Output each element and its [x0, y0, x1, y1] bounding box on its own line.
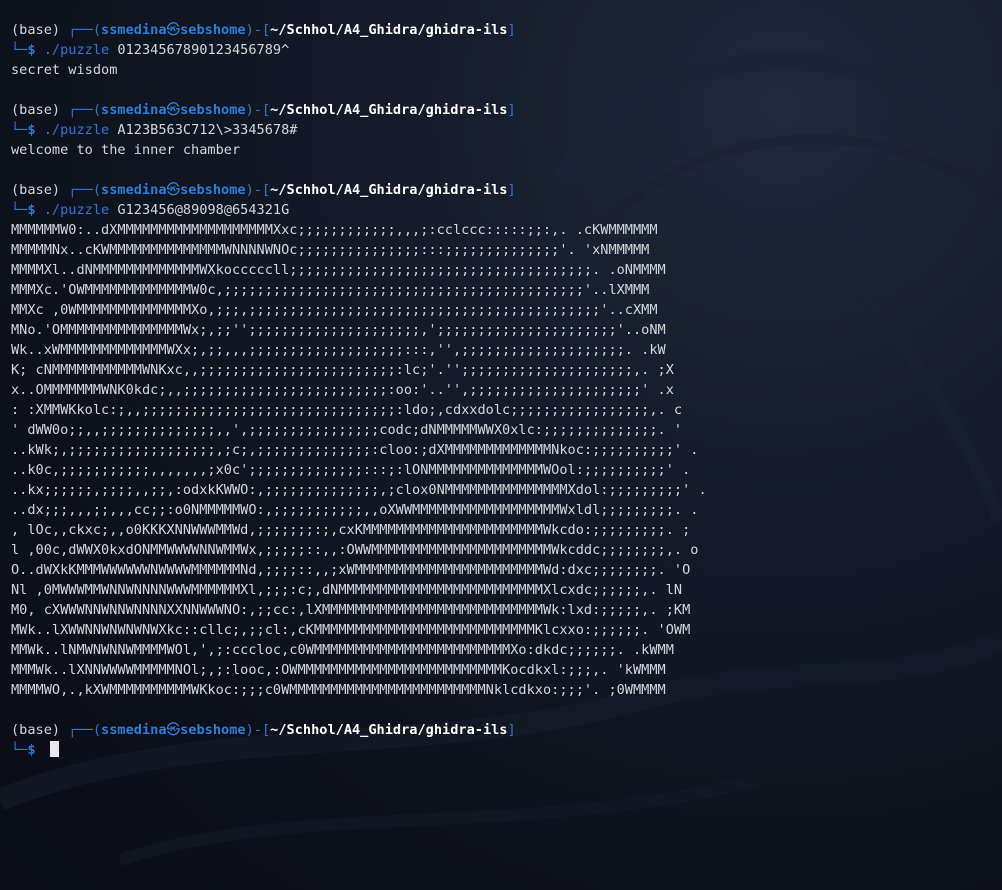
- prompt-host: sebshome: [180, 722, 246, 738]
- command-argument: A123B563C712\>3345678#: [117, 122, 298, 138]
- command-name: ./puzzle: [43, 202, 110, 218]
- at-symbol-icon: ㉿: [166, 722, 181, 738]
- ascii-art-line: MWk..lXWWNNWNWNWNWXkc::cllc;,;;cl:,cKMMM…: [11, 622, 691, 638]
- prompt-user: ssmedina: [101, 22, 167, 38]
- ascii-art-line: ..kWk;,;;;;;;;;;;;;;;;;;;,;c;,;;;;;;;;;;…: [11, 442, 699, 458]
- ascii-art-line: Wk..xWMMMMMMMMMMMMMWXx;,;;,,,;;;;;;;;;;;…: [11, 342, 666, 358]
- prompt-separator: )-[: [245, 722, 271, 738]
- ascii-art-line: , lOc,,ckxc;,,o0KKKXNNWWWMMWd,;;;;;;;:;,…: [11, 522, 691, 538]
- command-name: ./puzzle: [43, 122, 110, 138]
- command-line: └─$ ./puzzle 01234567890123456789^: [11, 40, 1002, 60]
- prompt-header: (base) ┌──(ssmedina㉿sebshome)-[~/Schhol/…: [11, 20, 1002, 40]
- prompt-header: (base) ┌──(ssmedina㉿sebshome)-[~/Schhol/…: [11, 720, 1002, 740]
- ascii-art-line: MMXc ,0WMMMMMMMMMMMMMMXo,;;;,;;;;;;;;;;;…: [11, 302, 658, 318]
- command-argument: 01234567890123456789^: [117, 42, 290, 58]
- prompt-corner-bottom: └─: [11, 42, 28, 58]
- prompt-close: ]: [507, 102, 516, 118]
- prompt-user: ssmedina: [101, 722, 167, 738]
- ascii-art-line: K; cNMMMMMMMMMMMWNKxc,,;;;;;;;;;;;;;;;;;…: [11, 362, 674, 378]
- prompt-close: ]: [507, 182, 516, 198]
- ascii-art-line: MMMMWO,.,kXWMMMMMMMMMMWKkoc:;;;c0WMMMMMM…: [11, 682, 666, 698]
- prompt-header: (base) ┌──(ssmedina㉿sebshome)-[~/Schhol/…: [11, 180, 1002, 200]
- prompt-user: ssmedina: [101, 182, 167, 198]
- prompt-separator: )-[: [245, 102, 271, 118]
- prompt-separator: )-[: [245, 182, 271, 198]
- at-symbol-icon: ㉿: [166, 102, 181, 118]
- prompt-host: sebshome: [180, 102, 246, 118]
- prompt-host: sebshome: [180, 182, 246, 198]
- command-argument: G123456@89098@654321G: [117, 202, 290, 218]
- command-line: └─$ ./puzzle A123B563C712\>3345678#: [11, 120, 1002, 140]
- conda-env: (base): [11, 182, 61, 198]
- at-symbol-icon: ㉿: [166, 182, 181, 198]
- dollar-sign: $: [27, 42, 36, 58]
- prompt-close: ]: [507, 22, 516, 38]
- ascii-art-line: MMMWk..lXNNWWWWMMMMMNOl;,;:looc,:OWMMMMM…: [11, 662, 666, 678]
- ascii-art-line: MMMMMNx..cKWMMMMMMMMMMMMMMWNNNNWNOc;;;;;…: [11, 242, 650, 258]
- prompt-path: ~/Schhol/A4_Ghidra/ghidra-ils: [270, 102, 508, 118]
- ascii-art-line: ..dx;;;,,,;;,,,cc;;:o0NMMMMMWO:,;;;;;;;;…: [11, 502, 699, 518]
- prompt-corner-bottom: └─: [11, 122, 28, 138]
- ascii-art-line: x..OMMMMMMMWNK0kdc;,,;;;;;;;;;;;;;;;;;;;…: [11, 382, 674, 398]
- conda-env: (base): [11, 22, 61, 38]
- input-line[interactable]: └─$: [11, 740, 1002, 760]
- output-line: secret wisdom: [11, 62, 118, 78]
- ascii-art-line: l ,00c,dWWX0kxdONMMWWWWNNWMMWx,;;;;;::,,…: [11, 542, 699, 558]
- at-symbol-icon: ㉿: [166, 22, 181, 38]
- prompt-header: (base) ┌──(ssmedina㉿sebshome)-[~/Schhol/…: [11, 100, 1002, 120]
- ascii-art-line: MNo.'OMMMMMMMMMMMMMMMWx;,;;'';;;;;;;;;;;…: [11, 322, 666, 338]
- ascii-art-line: MMMXc.'OWMMMMMMMMMMMMMW0c,;;;;;;;;;;;;;;…: [11, 282, 650, 298]
- ascii-art-line: ..k0c,;;;;;;;;;;;,,,,,,,;x0c';;;;;;;;;;;…: [11, 462, 691, 478]
- conda-env: (base): [11, 102, 61, 118]
- ascii-art-line: MMMMXl..dNMMMMMMMMMMMMMWXkocccccll;;;;;;…: [11, 262, 666, 278]
- prompt-path: ~/Schhol/A4_Ghidra/ghidra-ils: [270, 22, 508, 38]
- command-line: └─$ ./puzzle G123456@89098@654321G: [11, 200, 1002, 220]
- output-line: welcome to the inner chamber: [11, 142, 241, 158]
- ascii-art-line: ..kx;;;;;;,;;;;,,;;,:odxkKWWO:,;;;;;;;;;…: [11, 482, 707, 498]
- ascii-art-line: O..dWXkKMMMWWWWWWNWWWWMMMMMMNd,;;;;::,,;…: [11, 562, 691, 578]
- ascii-art-line: : :XMMWKkolc:;,,;;;;;;;;;;;;;;;;;;;;;;;;…: [11, 402, 683, 418]
- prompt-corner: ┌──(: [60, 722, 102, 738]
- conda-env: (base): [11, 722, 61, 738]
- prompt-user: ssmedina: [101, 102, 167, 118]
- prompt-path: ~/Schhol/A4_Ghidra/ghidra-ils: [270, 182, 508, 198]
- dollar-sign: $: [27, 122, 36, 138]
- prompt-corner: ┌──(: [60, 182, 102, 198]
- ascii-art-line: M0, cXWWWNNWNNWNNNNXXNNWWWNO:,;;cc:,lXMM…: [11, 602, 691, 618]
- ascii-art-line: Nl ,0MWWWMMWNNWNNNNWWWMMMMMMXl,;;;:c;,dN…: [11, 582, 683, 598]
- ascii-art-line: ' dWW0o;;,,;;;;;;;;;;;;;;,,',;;;;;;;;;;;…: [11, 422, 683, 438]
- prompt-corner: ┌──(: [60, 102, 102, 118]
- prompt-path: ~/Schhol/A4_Ghidra/ghidra-ils: [270, 722, 508, 738]
- ascii-art-line: MMMMMMW0:..dXMMMMMMMMMMMMMMMMMMMXxc;;;;;…: [11, 222, 658, 238]
- prompt-separator: )-[: [245, 22, 271, 38]
- dollar-sign: $: [27, 742, 36, 758]
- prompt-host: sebshome: [180, 22, 246, 38]
- prompt-corner-bottom: └─: [11, 742, 28, 758]
- text-cursor[interactable]: [49, 741, 59, 757]
- prompt-corner: ┌──(: [60, 22, 102, 38]
- prompt-close: ]: [507, 722, 516, 738]
- ascii-art-line: MMWk..lNMWNWNNWMMMMWOl,',;:cccloc,c0WMMM…: [11, 642, 674, 658]
- terminal-output: (base) ┌──(ssmedina㉿sebshome)-[~/Schhol/…: [11, 20, 1002, 760]
- command-name: ./puzzle: [43, 42, 110, 58]
- dollar-sign: $: [27, 202, 36, 218]
- prompt-corner-bottom: └─: [11, 202, 28, 218]
